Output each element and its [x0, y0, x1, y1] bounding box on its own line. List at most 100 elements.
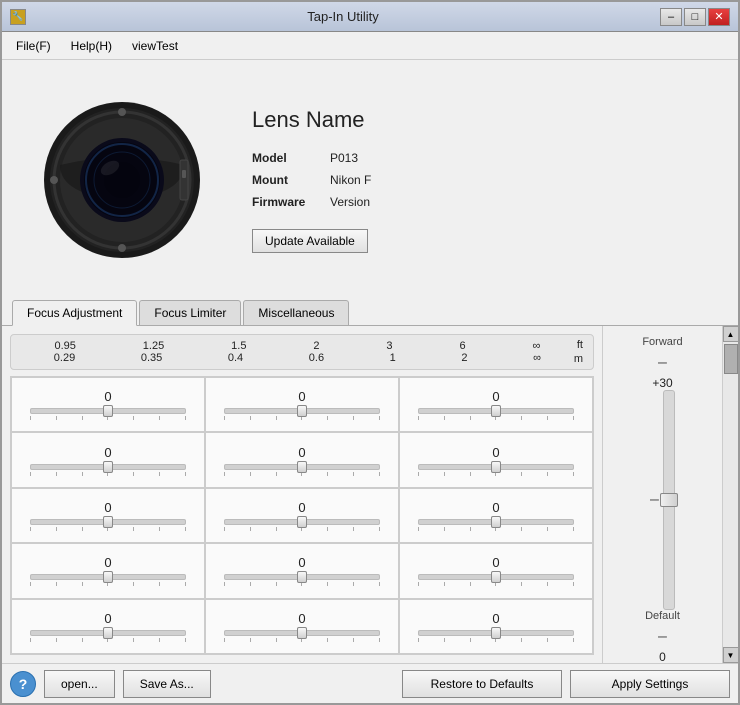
maximize-button[interactable]: □: [684, 8, 706, 26]
cell-slider-3-1[interactable]: [224, 574, 380, 580]
cell-slider-thumb-0-2[interactable]: [491, 405, 501, 417]
grid-cell-1-1[interactable]: 0: [205, 432, 399, 487]
cell-slider-1-1[interactable]: [224, 464, 380, 470]
cell-slider-thumb-0-0[interactable]: [103, 405, 113, 417]
tick-mark: [250, 582, 251, 586]
scale-bot-3: 0.6: [309, 352, 324, 364]
tick-mark: [470, 472, 471, 476]
cell-slider-3-0[interactable]: [30, 574, 186, 580]
cell-slider-4-2[interactable]: [418, 630, 574, 636]
scroll-down-arrow[interactable]: ▼: [723, 647, 739, 663]
tick-mark: [82, 527, 83, 531]
tick-mark: [250, 472, 251, 476]
cell-slider-4-1[interactable]: [224, 630, 380, 636]
forward-group: Forward – +30: [642, 336, 682, 390]
grid-cell-0-0[interactable]: 0: [11, 377, 205, 432]
tab-focus-limiter[interactable]: Focus Limiter: [139, 300, 241, 325]
cell-value-3-0: 0: [104, 555, 111, 570]
tick-mark: [547, 416, 548, 420]
cell-slider-thumb-1-1[interactable]: [297, 461, 307, 473]
scroll-up-arrow[interactable]: ▲: [723, 326, 739, 342]
cell-slider-1-0[interactable]: [30, 464, 186, 470]
cell-slider-3-2[interactable]: [418, 574, 574, 580]
cell-slider-2-2[interactable]: [418, 519, 574, 525]
cell-slider-thumb-0-1[interactable]: [297, 405, 307, 417]
tab-focus-adjustment[interactable]: Focus Adjustment: [12, 300, 137, 326]
grid-cell-2-1[interactable]: 0: [205, 488, 399, 543]
cell-slider-1-2[interactable]: [418, 464, 574, 470]
tick-mark: [327, 416, 328, 420]
v-slider-thumb[interactable]: [660, 493, 678, 507]
cell-slider-thumb-4-1[interactable]: [297, 627, 307, 639]
grid-cell-3-0[interactable]: 0: [11, 543, 205, 598]
tick-mark: [30, 582, 31, 586]
grid-cell-3-2[interactable]: 0: [399, 543, 593, 598]
update-available-button[interactable]: Update Available: [252, 229, 368, 253]
grid-cell-3-1[interactable]: 0: [205, 543, 399, 598]
cell-slider-0-0[interactable]: [30, 408, 186, 414]
close-button[interactable]: ✕: [708, 8, 730, 26]
grid-cell-0-1[interactable]: 0: [205, 377, 399, 432]
cell-slider-thumb-3-2[interactable]: [491, 571, 501, 583]
cell-slider-4-0[interactable]: [30, 630, 186, 636]
open-button[interactable]: open...: [44, 670, 115, 698]
cell-slider-thumb-2-1[interactable]: [297, 516, 307, 528]
tick-mark: [159, 638, 160, 642]
grid-cell-2-2[interactable]: 0: [399, 488, 593, 543]
cell-slider-thumb-2-0[interactable]: [103, 516, 113, 528]
scrollbar[interactable]: ▲ ▼: [722, 326, 738, 663]
tick-mark: [82, 416, 83, 420]
tick-mark: [444, 582, 445, 586]
grid-cell-1-0[interactable]: 0: [11, 432, 205, 487]
cell-slider-thumb-4-0[interactable]: [103, 627, 113, 639]
apply-settings-button[interactable]: Apply Settings: [570, 670, 730, 698]
tick-mark: [82, 638, 83, 642]
cell-slider-thumb-1-2[interactable]: [491, 461, 501, 473]
grid-cell-1-2[interactable]: 0: [399, 432, 593, 487]
grid-cell-4-0[interactable]: 0: [11, 599, 205, 654]
cell-slider-thumb-3-1[interactable]: [297, 571, 307, 583]
help-button[interactable]: ?: [10, 671, 36, 697]
tab-miscellaneous[interactable]: Miscellaneous: [243, 300, 349, 325]
menu-viewtest[interactable]: viewTest: [122, 35, 188, 57]
default-group: Default – 0: [645, 610, 680, 663]
minus-middle: –: [650, 491, 659, 509]
cell-slider-thumb-1-0[interactable]: [103, 461, 113, 473]
cell-slider-thumb-2-2[interactable]: [491, 516, 501, 528]
tick-mark: [185, 416, 186, 420]
tick-mark: [224, 582, 225, 586]
cell-slider-thumb-4-2[interactable]: [491, 627, 501, 639]
menu-file[interactable]: File(F): [6, 35, 61, 57]
tick-mark: [327, 527, 328, 531]
tick-mark: [353, 527, 354, 531]
model-row: Model P013: [252, 151, 371, 165]
mount-label: Mount: [252, 173, 322, 187]
cell-slider-2-1[interactable]: [224, 519, 380, 525]
cell-slider-0-2[interactable]: [418, 408, 574, 414]
tick-mark: [444, 472, 445, 476]
cell-value-2-0: 0: [104, 500, 111, 515]
tick-mark: [276, 472, 277, 476]
menu-help[interactable]: Help(H): [61, 35, 122, 57]
restore-defaults-button[interactable]: Restore to Defaults: [402, 670, 562, 698]
tick-mark: [470, 527, 471, 531]
minimize-button[interactable]: –: [660, 8, 682, 26]
tick-mark: [56, 472, 57, 476]
tick-mark: [547, 638, 548, 642]
cell-slider-0-1[interactable]: [224, 408, 380, 414]
grid-cell-4-1[interactable]: 0: [205, 599, 399, 654]
save-as-button[interactable]: Save As...: [123, 670, 211, 698]
scale-bot-inf: ∞: [533, 352, 541, 364]
grid-cell-4-2[interactable]: 0: [399, 599, 593, 654]
grid-cell-2-0[interactable]: 0: [11, 488, 205, 543]
lens-name: Lens Name: [252, 107, 371, 133]
tick-mark: [82, 582, 83, 586]
forward-value: +30: [652, 376, 672, 390]
lens-image: TAMRON: [32, 90, 212, 270]
scale-bar: 0.95 1.25 1.5 2 3 6 ∞ 0.29 0.35 0.4 0.6 …: [10, 334, 594, 370]
grid-cell-0-2[interactable]: 0: [399, 377, 593, 432]
cell-slider-2-0[interactable]: [30, 519, 186, 525]
cell-slider-thumb-3-0[interactable]: [103, 571, 113, 583]
vertical-slider[interactable]: [663, 390, 675, 610]
scroll-thumb[interactable]: [724, 344, 738, 374]
